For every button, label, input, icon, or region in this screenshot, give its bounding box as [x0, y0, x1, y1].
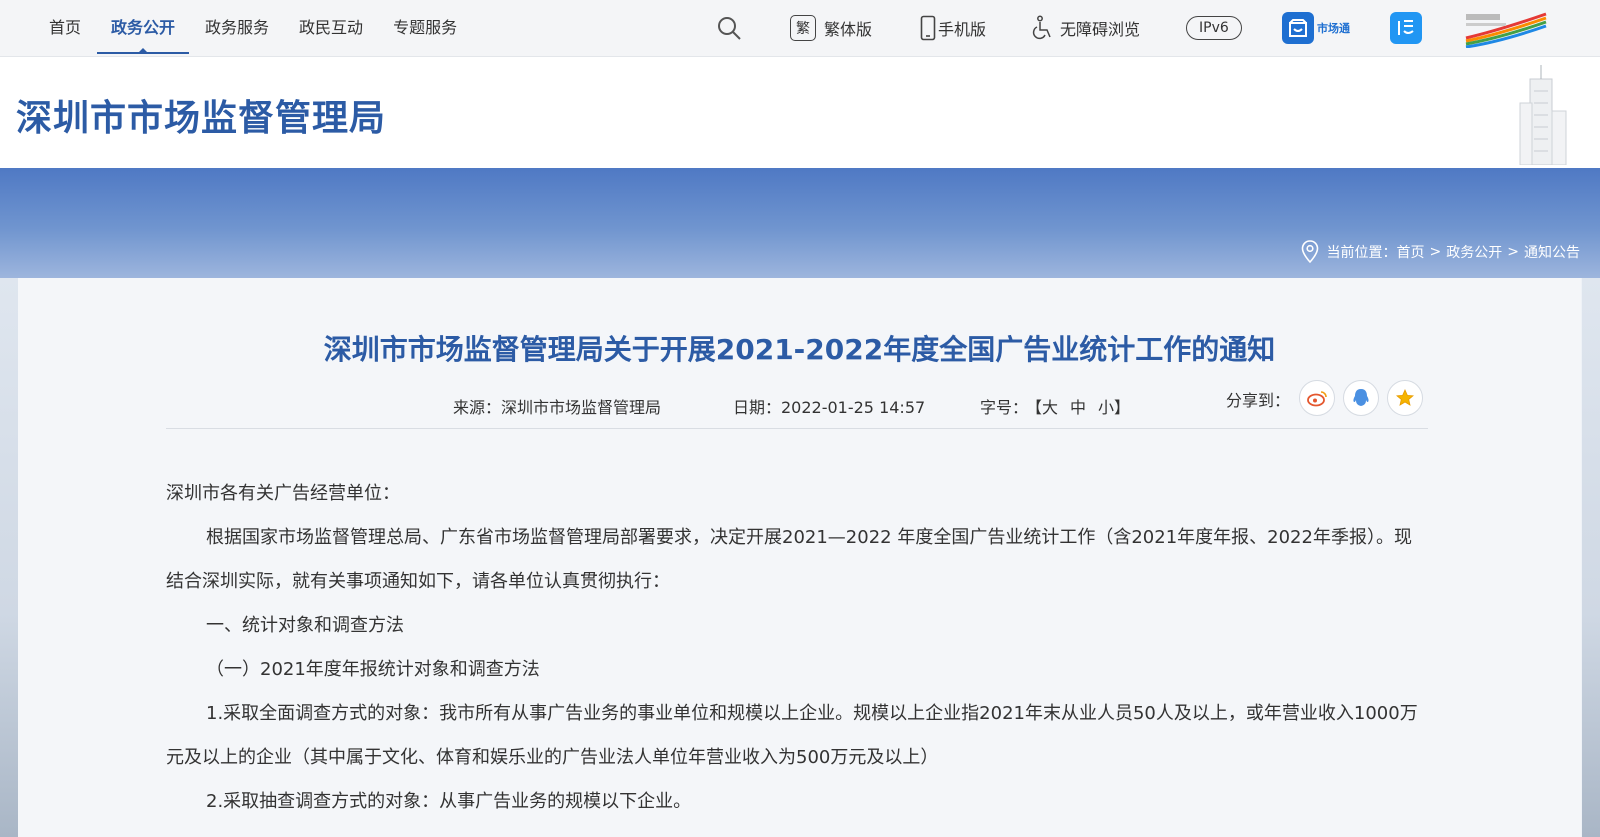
font-size-label: 字号： — [980, 398, 1029, 417]
mobile-version-link[interactable]: 手机版 — [920, 0, 986, 56]
shenzhen-government-logo[interactable] — [1460, 0, 1550, 56]
article-title: 深圳市市场监督管理局关于开展2021-2022年度全国广告业统计工作的通知 — [323, 333, 1276, 366]
breadcrumb-notices[interactable]: 通知公告 — [1524, 242, 1580, 262]
traditional-chinese-label: 繁体版 — [824, 20, 873, 39]
location-pin-icon — [1301, 240, 1318, 264]
qq-penguin-icon — [1353, 389, 1369, 406]
font-size-small[interactable]: 小】 — [1098, 398, 1130, 417]
star-icon — [1396, 389, 1414, 406]
site-title[interactable]: 深圳市市场监督管理局 — [16, 89, 386, 141]
ipv6-badge[interactable]: IPv6 — [1186, 0, 1242, 56]
shichangtong-app-icon — [1282, 12, 1314, 44]
article-paragraph: 1.采取全面调查方式的对象：我市所有从事广告业务的事业单位和规模以上企业。规模以… — [166, 703, 1418, 768]
article-source: 来源：深圳市市场监督管理局 — [453, 398, 662, 417]
search-icon — [718, 17, 741, 40]
search-button[interactable] — [716, 0, 742, 56]
article-paragraph: 根据国家市场监督管理总局、广东省市场监督管理局部署要求，决定开展2021—202… — [166, 527, 1412, 592]
article-date: 日期：2022-01-25 14:57 — [733, 398, 926, 417]
nav-item-special-services[interactable]: 专题服务 — [379, 0, 471, 56]
building-illustration-icon — [1519, 65, 1567, 165]
font-size-medium[interactable]: 中 — [1070, 398, 1086, 417]
ipv6-label: IPv6 — [1186, 16, 1242, 40]
nav-item-interaction[interactable]: 政民互动 — [285, 0, 377, 56]
wheelchair-icon — [1032, 15, 1051, 40]
i-shenzhen-app-icon — [1390, 12, 1422, 44]
article-salutation: 深圳市各有关广告经营单位： — [166, 483, 400, 504]
font-size-selector: 字号： 【大中小】 — [980, 394, 1136, 418]
mobile-phone-icon — [920, 15, 936, 41]
shenzhen-china-logo-icon — [1465, 12, 1547, 48]
accessibility-label: 无障碍浏览 — [1060, 20, 1141, 39]
toolbar: 繁 繁体版 手机版 无障碍浏览 IPv6 市场通 — [718, 0, 1590, 56]
main-nav: 首页 政务公开 政务服务 政民互动 专题服务 — [35, 0, 473, 56]
left-scenery — [0, 278, 18, 837]
breadcrumb-gov-affairs-public[interactable]: 政务公开 — [1446, 242, 1502, 262]
share-favorite-button[interactable] — [1387, 380, 1423, 416]
article-subsection-heading: （一）2021年度年报统计对象和调查方法 — [206, 659, 540, 680]
breadcrumb-home[interactable]: 首页 — [1397, 242, 1425, 262]
share-weibo-button[interactable] — [1299, 380, 1335, 416]
nav-item-home[interactable]: 首页 — [35, 0, 95, 56]
right-scenery — [1582, 278, 1600, 837]
weibo-icon — [1307, 391, 1327, 407]
traditional-chinese-icon: 繁 — [790, 15, 816, 41]
i-shenzhen-app-link[interactable] — [1390, 0, 1422, 56]
mobile-version-label: 手机版 — [938, 20, 987, 39]
article-paragraph: 2.采取抽查调查方式的对象：从事广告业务的规模以下企业。 — [206, 791, 692, 812]
article-section-heading: 一、统计对象和调查方法 — [206, 615, 404, 636]
meta-divider — [166, 428, 1428, 429]
traditional-chinese-toggle[interactable]: 繁 繁体版 — [790, 0, 872, 56]
share-qq-button[interactable] — [1343, 380, 1379, 416]
article-card: 深圳市市场监督管理局关于开展2021-2022年度全国广告业统计工作的通知 来源… — [18, 278, 1581, 837]
article-body: 深圳市各有关广告经营单位： 根据国家市场监督管理总局、广东省市场监督管理局部署要… — [166, 472, 1428, 824]
accessibility-link[interactable]: 无障碍浏览 — [1032, 0, 1140, 56]
nav-item-gov-services[interactable]: 政务服务 — [191, 0, 283, 56]
breadcrumb-prefix: 当前位置： — [1326, 245, 1397, 261]
blue-banner: 当前位置： 首页 > 政务公开 > 通知公告 — [0, 168, 1600, 278]
font-size-large[interactable]: 【大 — [1034, 398, 1058, 417]
shichangtong-label: 市场通 — [1317, 22, 1350, 35]
breadcrumb-separator: > — [1507, 244, 1519, 260]
site-header: 深圳市市场监督管理局 — [0, 57, 1600, 168]
share-label: 分享到： — [1226, 391, 1291, 410]
shichangtong-app-link[interactable]: 市场通 — [1282, 0, 1350, 56]
breadcrumb-separator: > — [1429, 244, 1442, 260]
top-navigation-bar: 首页 政务公开 政务服务 政民互动 专题服务 繁 繁体版 手机版 无障碍浏览 I… — [0, 0, 1600, 57]
breadcrumb: 当前位置： 首页 > 政务公开 > 通知公告 — [1301, 240, 1580, 264]
nav-item-gov-affairs-public[interactable]: 政务公开 — [97, 0, 190, 56]
